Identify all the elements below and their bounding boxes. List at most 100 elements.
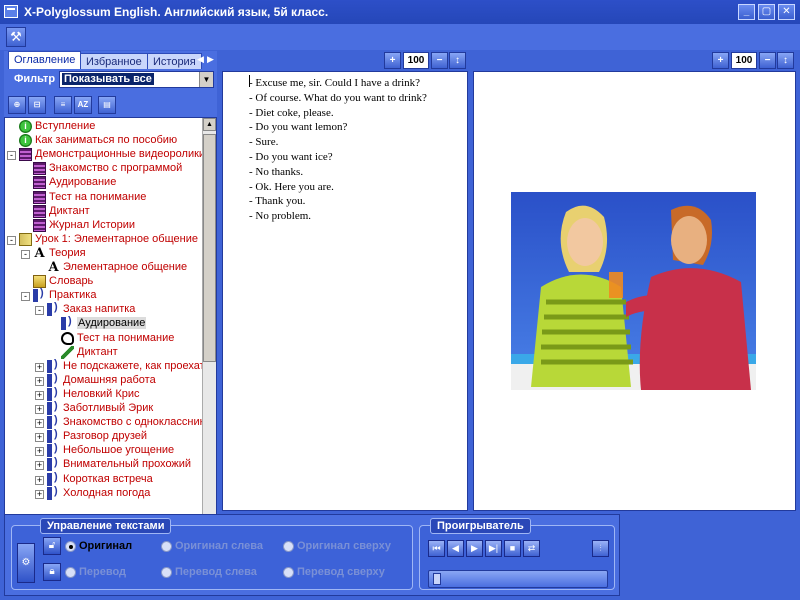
list-view-icon[interactable]: ≡ <box>54 96 72 114</box>
zoom-level[interactable]: 100 <box>731 52 757 69</box>
tree-item-label: Аудирование <box>49 176 117 189</box>
tab-history[interactable]: История <box>147 53 202 69</box>
speaker-icon <box>47 471 60 486</box>
tools-icon[interactable]: ⚒ <box>6 27 26 47</box>
tree-item-label: Короткая встреча <box>63 472 153 485</box>
next-icon[interactable]: ▶| <box>485 540 502 557</box>
zoom-out-icon[interactable]: − <box>431 52 448 69</box>
tab-contents[interactable]: Оглавление <box>8 51 82 69</box>
player-title: Проигрыватель <box>430 518 531 534</box>
zoom-level[interactable]: 100 <box>403 52 429 69</box>
expand-icon[interactable]: + <box>35 461 44 471</box>
skip-back-icon[interactable]: ⏮ <box>428 540 445 557</box>
speaker-icon <box>47 386 60 401</box>
tab-scroll-left-icon[interactable]: ◀ <box>197 54 204 65</box>
pen-icon <box>61 345 74 359</box>
app-menu-icon[interactable] <box>4 5 18 18</box>
scroll-thumb[interactable] <box>203 134 216 362</box>
letter-a-icon: A <box>48 260 59 275</box>
repeat-icon[interactable]: ⇄ <box>523 540 540 557</box>
playback-knob[interactable] <box>433 573 441 585</box>
speaker-icon <box>61 315 74 331</box>
settings-icon[interactable]: ⚙ <box>17 543 35 583</box>
collapse-icon[interactable]: - <box>21 292 30 302</box>
contents-tree: + Холодная погода + Короткая встреча + Внимат… <box>4 117 217 557</box>
properties-icon[interactable]: ▤ <box>98 96 116 114</box>
close-button[interactable]: ✕ <box>778 4 795 20</box>
equalizer-icon[interactable]: ⫶ <box>592 540 609 557</box>
expand-icon[interactable]: + <box>35 475 44 485</box>
dialogue-line: - Sure. <box>249 136 279 149</box>
zoom-in-icon[interactable]: + <box>384 52 401 69</box>
bottom-panel: Управление текстами ⚙ 🔓︎ 🔒︎ Оригинал Ори… <box>4 514 620 596</box>
tree-item-label: Небольшое угощение <box>63 444 175 457</box>
zoom-in-icon[interactable]: + <box>712 52 729 69</box>
collapse-icon[interactable]: - <box>21 249 30 259</box>
tree-item-label: Диктант <box>49 204 90 217</box>
film-icon <box>33 204 46 218</box>
expand-icon[interactable]: + <box>35 433 44 443</box>
previous-icon[interactable]: ◀ <box>447 540 464 557</box>
tab-favorites[interactable]: Избранное <box>80 53 148 69</box>
radio-dot <box>283 567 294 578</box>
chevron-down-icon[interactable]: ▼ <box>199 72 213 87</box>
dialogue-text-pane[interactable]: - Excuse me, sir. Could I have a drink? -… <box>222 71 468 511</box>
film-icon <box>33 190 46 204</box>
dialogue-line: - Ok. Here you are. <box>249 180 334 193</box>
expand-icon[interactable]: + <box>35 390 44 400</box>
minimize-button[interactable]: _ <box>738 4 755 20</box>
tree-item-label: Как заниматься по пособию <box>35 134 178 147</box>
tree-item-label: Вступление <box>35 120 96 132</box>
title-bar: X-Polyglossum English. Английский язык, … <box>0 0 800 24</box>
player-group: Проигрыватель ⏮ ◀ ▶ ▶| ■ ⇄ ⫶ <box>419 518 618 590</box>
text-control-group: Управление текстами <box>11 518 413 590</box>
stop-icon[interactable]: ■ <box>504 540 521 557</box>
speaker-icon <box>47 358 60 373</box>
radio-dot <box>161 567 172 578</box>
tree-item-label: Холодная погода <box>63 486 151 499</box>
nav-tabs: Оглавление Избранное История ◀ ▶ <box>4 51 217 69</box>
tree-item-label: Не подскажете, как проехать <box>63 359 211 372</box>
collapse-icon[interactable]: - <box>7 235 16 245</box>
lock-icon[interactable]: 🔒︎ <box>43 563 61 581</box>
expand-icon[interactable]: + <box>35 489 44 499</box>
expand-all-icon[interactable]: ⊕ <box>8 96 26 114</box>
player-controls: ⏮ ◀ ▶ ▶| ■ ⇄ ⫶ <box>428 540 618 558</box>
film-icon <box>19 148 32 162</box>
zoom-fit-icon[interactable]: ↕ <box>777 52 794 69</box>
expand-icon[interactable]: + <box>35 447 44 457</box>
tree-vertical-scrollbar[interactable]: ▲ ▼ <box>202 118 216 556</box>
tree-item-label: Урок 1: Элементарное общение <box>35 232 198 245</box>
expand-icon[interactable]: + <box>35 405 44 414</box>
book-icon <box>19 232 32 246</box>
playback-progress-bar[interactable] <box>428 570 608 588</box>
tree-item-label: Журнал Истории <box>49 218 136 231</box>
collapse-icon[interactable]: - <box>35 306 44 316</box>
filter-select[interactable]: Показывать все ▼ <box>59 71 214 88</box>
collapse-icon[interactable]: - <box>7 151 16 161</box>
speaker-icon <box>47 456 60 472</box>
speaker-icon <box>47 442 60 458</box>
expand-icon[interactable]: + <box>35 376 44 386</box>
maximize-button[interactable]: ▢ <box>758 4 775 20</box>
filter-value: Показывать все <box>62 73 154 85</box>
unlock-icon[interactable]: 🔓︎ <box>43 537 61 555</box>
ear-icon <box>61 331 74 345</box>
speaker-icon <box>47 414 60 430</box>
tree-item-label: Заботливый Эрик <box>63 402 154 414</box>
tree-item-label: Словарь <box>49 275 94 288</box>
play-icon[interactable]: ▶ <box>466 540 483 557</box>
tree-item-label: Знакомство с программой <box>49 162 183 175</box>
radio-dot <box>161 541 172 552</box>
zoom-out-icon[interactable]: − <box>759 52 776 69</box>
collapse-all-icon[interactable]: ⊟ <box>28 96 46 114</box>
scroll-up-icon[interactable]: ▲ <box>203 118 216 131</box>
radio-dot <box>65 567 76 578</box>
expand-icon[interactable]: + <box>35 419 44 429</box>
sort-az-icon[interactable]: AZ <box>74 96 92 114</box>
info-icon: i <box>19 120 32 133</box>
zoom-fit-icon[interactable]: ↕ <box>449 52 466 69</box>
info-icon: i <box>19 134 32 148</box>
tab-scroll-right-icon[interactable]: ▶ <box>207 54 214 65</box>
expand-icon[interactable]: + <box>35 362 44 372</box>
